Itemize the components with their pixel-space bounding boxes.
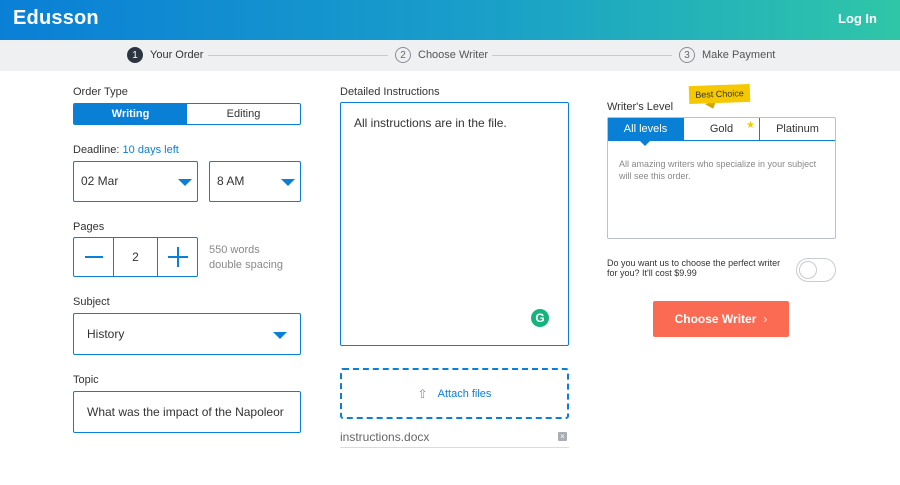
remove-file-icon[interactable]: ×: [558, 432, 567, 441]
tab-platinum[interactable]: Platinum: [759, 118, 835, 140]
order-type-editing[interactable]: Editing: [187, 104, 300, 124]
attach-files-button[interactable]: ⇧ Attach files: [340, 368, 569, 419]
top-header: Edusson Log In: [0, 0, 900, 40]
step-label: Make Payment: [702, 49, 776, 61]
spacing-type: double spacing: [209, 259, 284, 271]
chevron-down-icon: [281, 179, 295, 186]
attached-file: instructions.docx ×: [340, 428, 569, 448]
progress-steps: 1 Your Order 2 Choose Writer 3 Make Paym…: [0, 40, 900, 71]
deadline-date-select[interactable]: 02 Mar: [73, 161, 198, 202]
subject-select[interactable]: History: [73, 313, 301, 355]
step-your-order: 1 Your Order: [127, 47, 203, 63]
step-connector: [208, 55, 388, 56]
attach-files-label: Attach files: [437, 387, 492, 400]
order-type-toggle: Writing Editing: [73, 103, 301, 125]
plus-icon: [167, 247, 188, 267]
subject-value: History: [87, 327, 125, 341]
upload-icon: ⇧: [417, 386, 428, 401]
attached-file-name: instructions.docx: [340, 430, 430, 444]
subject-label: Subject: [73, 296, 110, 308]
order-type-writing[interactable]: Writing: [74, 104, 187, 124]
deadline-label-text: Deadline:: [73, 144, 120, 156]
active-tab-pointer: [639, 140, 651, 146]
pages-hint: 550 words double spacing: [209, 243, 283, 273]
pages-increment-button[interactable]: [157, 238, 197, 276]
step-number: 3: [679, 47, 695, 63]
step-make-payment: 3 Make Payment: [679, 47, 775, 63]
chevron-down-icon: [273, 332, 287, 339]
perfect-writer-toggle[interactable]: [796, 258, 836, 282]
pages-stepper: 2: [73, 237, 198, 277]
toggle-knob: [799, 261, 817, 279]
writer-level-panel: All levels Gold Platinum All amazing wri…: [607, 117, 836, 239]
choose-writer-button[interactable]: Choose Writer ›: [653, 301, 789, 337]
deadline-time-select[interactable]: 8 AM: [209, 161, 301, 202]
deadline-label: Deadline: 10 days left: [73, 144, 179, 156]
chevron-right-icon: ›: [763, 312, 768, 326]
instructions-label: Detailed Instructions: [340, 86, 440, 98]
chevron-down-icon: [178, 179, 192, 186]
pages-value[interactable]: 2: [114, 238, 157, 276]
order-type-label: Order Type: [73, 86, 128, 98]
instructions-value: All instructions are in the file.: [354, 116, 507, 130]
step-label: Your Order: [150, 49, 204, 61]
tab-all-levels[interactable]: All levels: [608, 118, 683, 140]
minus-icon: [84, 256, 103, 258]
deadline-date-value: 02 Mar: [81, 174, 119, 188]
step-connector: [492, 55, 672, 56]
words-count: 550 words: [209, 244, 260, 256]
best-choice-badge: Best Choice: [688, 83, 751, 105]
pages-label: Pages: [73, 221, 105, 233]
star-icon: ★: [746, 120, 755, 131]
grammarly-icon[interactable]: G: [531, 309, 549, 327]
topic-label: Topic: [73, 374, 99, 386]
step-label: Choose Writer: [418, 49, 489, 61]
writer-level-tabs: All levels Gold Platinum: [608, 118, 835, 141]
perfect-writer-question: Do you want us to choose the perfect wri…: [607, 258, 781, 278]
step-number: 2: [395, 47, 411, 63]
pages-decrement-button[interactable]: [74, 238, 114, 276]
logo[interactable]: Edusson: [13, 7, 99, 30]
instructions-textarea[interactable]: All instructions are in the file. G: [340, 102, 569, 346]
choose-writer-label: Choose Writer: [674, 312, 757, 326]
topic-input[interactable]: What was the impact of the Napoleor: [73, 391, 301, 433]
topic-value: What was the impact of the Napoleor: [87, 405, 284, 419]
writer-level-label: Writer's Level: [607, 101, 674, 113]
step-choose-writer: 2 Choose Writer: [395, 47, 488, 63]
step-number: 1: [127, 47, 143, 63]
deadline-time-value: 8 AM: [217, 174, 245, 188]
writer-level-description: All amazing writers who specialize in yo…: [619, 159, 817, 181]
login-link[interactable]: Log In: [838, 11, 877, 26]
days-left: 10 days left: [122, 144, 179, 156]
